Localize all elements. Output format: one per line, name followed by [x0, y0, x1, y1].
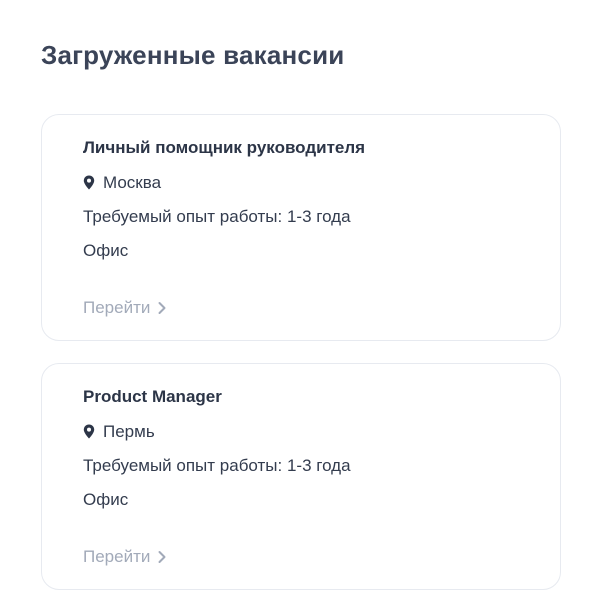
- vacancy-location: Москва: [83, 172, 540, 194]
- go-to-vacancy-link[interactable]: Перейти: [83, 547, 167, 567]
- go-to-vacancy-label: Перейти: [83, 547, 151, 566]
- go-to-vacancy-link[interactable]: Перейти: [83, 298, 167, 318]
- vacancy-card-content: Личный помощник руководителя Москва Треб…: [83, 137, 540, 274]
- vacancy-location-text: Пермь: [103, 422, 155, 441]
- vacancy-experience: Требуемый опыт работы: 1-3 года: [83, 456, 351, 475]
- map-pin-icon: [83, 175, 95, 190]
- chevron-right-icon: [157, 301, 167, 315]
- vacancy-format: Офис: [83, 490, 129, 509]
- go-to-vacancy-label: Перейти: [83, 298, 151, 317]
- vacancy-card: Личный помощник руководителя Москва Треб…: [41, 114, 561, 341]
- vacancy-title: Product Manager: [83, 387, 222, 406]
- vacancy-location: Пермь: [83, 421, 540, 443]
- page-title: Загруженные вакансии: [41, 40, 345, 70]
- chevron-right-icon: [157, 550, 167, 564]
- vacancy-card: Product Manager Пермь Требуемый опыт раб…: [41, 363, 561, 590]
- map-pin-icon: [83, 424, 95, 439]
- vacancy-experience: Требуемый опыт работы: 1-3 года: [83, 207, 351, 226]
- vacancy-location-text: Москва: [103, 173, 162, 192]
- vacancy-format: Офис: [83, 241, 129, 260]
- vacancy-card-content: Product Manager Пермь Требуемый опыт раб…: [83, 386, 540, 523]
- vacancy-title: Личный помощник руководителя: [83, 138, 366, 157]
